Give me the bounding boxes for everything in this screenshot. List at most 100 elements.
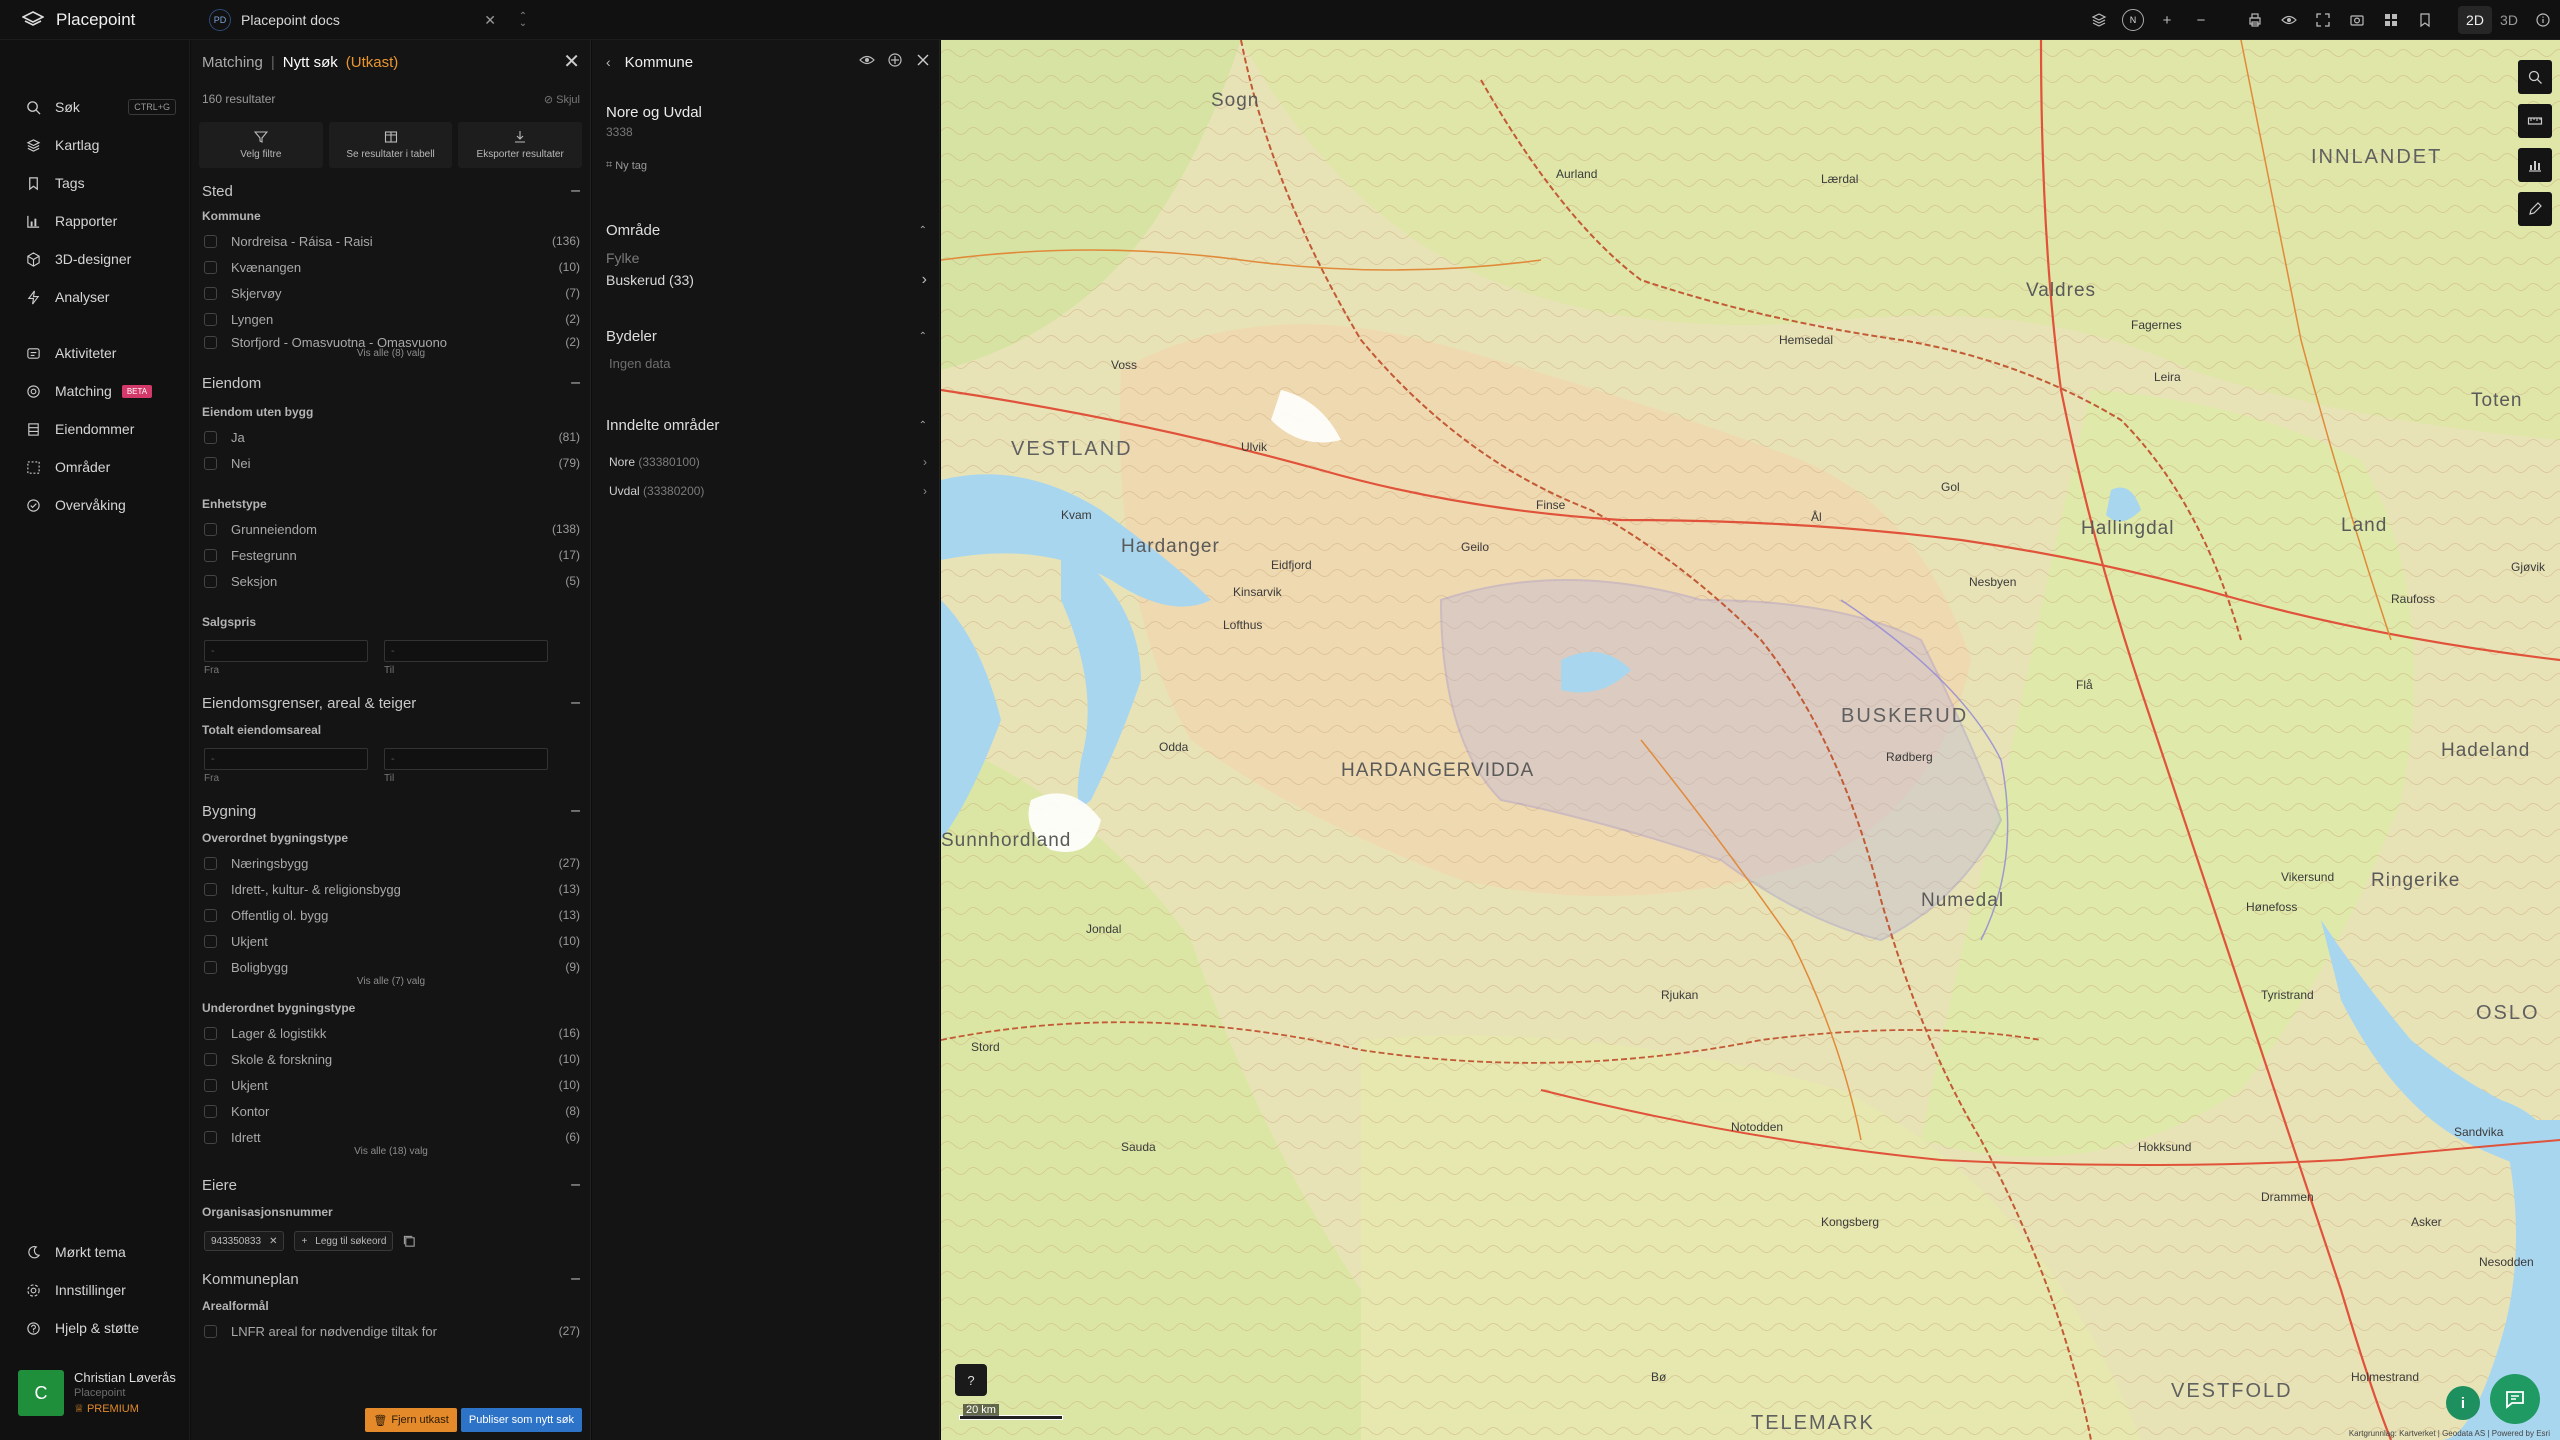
collapse-icon[interactable]: – (571, 802, 580, 820)
list-item[interactable]: Uvdal (33380200) › (606, 476, 927, 505)
breadcrumb-matching[interactable]: Matching (202, 54, 263, 71)
compass-button[interactable]: N (2116, 0, 2150, 40)
checkbox[interactable] (204, 1324, 217, 1338)
collapse-icon[interactable]: – (571, 182, 580, 200)
filter-option[interactable]: Nordreisa - Ráisa - Raisi (136) (202, 228, 580, 254)
chevron-up-icon[interactable]: ⌃ (919, 331, 927, 342)
print-icon[interactable] (2238, 0, 2272, 40)
checkbox[interactable] (204, 286, 217, 300)
new-tag-button[interactable]: ⌗ Ny tag (592, 159, 939, 172)
search-term-chip[interactable]: 943350833 ✕ (204, 1231, 285, 1251)
add-search-term-button[interactable]: + Legg til søkeord (294, 1231, 394, 1251)
export-button[interactable]: Eksporter resultater (458, 122, 583, 168)
collapse-icon[interactable]: – (571, 694, 580, 712)
filter-option[interactable]: Nei (79) (202, 450, 580, 476)
close-icon[interactable] (915, 52, 931, 68)
remove-draft-button[interactable]: 🗑 Fjern utkast (365, 1408, 457, 1432)
app-brand[interactable]: Placepoint (22, 10, 135, 30)
checkbox[interactable] (204, 574, 217, 588)
sidebar-item-omrader[interactable]: Områder (0, 448, 190, 486)
filter-option[interactable]: Kontor (8) (202, 1098, 580, 1124)
list-item[interactable]: Nore (33380100) › (606, 447, 927, 476)
measure-tool[interactable] (2518, 104, 2552, 138)
map-attribution[interactable]: Kartgrunnlag: Kartverket | Geodata AS | … (2349, 1429, 2550, 1438)
eye-icon[interactable] (2272, 0, 2306, 40)
edit-tool[interactable] (2518, 192, 2552, 226)
section-header[interactable]: Bydeler ⌃ (606, 322, 927, 350)
eye-icon[interactable] (859, 52, 875, 68)
filter-option[interactable]: Lager & logistikk (16) (202, 1020, 580, 1046)
checkbox[interactable] (204, 1104, 217, 1118)
checkbox[interactable] (204, 856, 217, 870)
checkbox[interactable] (204, 882, 217, 896)
section-header[interactable]: Område ⌃ (606, 216, 927, 244)
filter-option[interactable]: Offentlig ol. bygg (13) (202, 902, 580, 928)
hide-button[interactable]: ⊘ Skjul (544, 93, 580, 106)
sidebar-item-kartlag[interactable]: Kartlag (0, 126, 190, 164)
sidebar-item-settings[interactable]: Innstillinger (0, 1271, 190, 1309)
mode-2d-button[interactable]: 2D (2458, 6, 2492, 34)
grid-icon[interactable] (2374, 0, 2408, 40)
checkbox[interactable] (204, 456, 217, 470)
crosshair-icon[interactable] (887, 52, 903, 68)
checkbox[interactable] (204, 312, 217, 326)
show-all-link[interactable]: Vis alle (7) valg (202, 976, 580, 990)
sidebar-item-analyser[interactable]: Analyser (0, 278, 190, 316)
fullscreen-icon[interactable] (2306, 0, 2340, 40)
checkbox[interactable] (204, 430, 217, 444)
filter-option[interactable]: Grunneiendom (138) (202, 516, 580, 542)
checkbox[interactable] (204, 522, 217, 536)
filter-option[interactable]: Kvænangen (10) (202, 254, 580, 280)
checkbox[interactable] (204, 960, 217, 974)
publish-button[interactable]: Publiser som nytt søk (460, 1408, 582, 1432)
sidebar-item-aktiviteter[interactable]: Aktiviteter (0, 334, 190, 372)
close-icon[interactable]: ✕ (563, 52, 580, 72)
zoom-in-icon[interactable]: + (2150, 0, 2184, 40)
sidebar-item-overvaking[interactable]: Overvåking (0, 486, 190, 524)
user-card[interactable]: C Christian Løverås Placepoint ♕ PREMIUM (18, 1370, 176, 1416)
map-help-button[interactable]: ? (955, 1364, 987, 1396)
remove-chip-icon[interactable]: ✕ (269, 1236, 277, 1247)
checkbox[interactable] (204, 234, 217, 248)
section-header[interactable]: Bygning – (202, 798, 580, 824)
workspace-selector[interactable]: PD Placepoint docs ✕ ⌃ ⌄ (205, 6, 530, 34)
checkbox[interactable] (204, 548, 217, 562)
filter-option[interactable]: Festegrunn (17) (202, 542, 580, 568)
show-all-link[interactable]: Vis alle (8) valg (202, 348, 580, 362)
chevron-updown-icon[interactable]: ⌃ ⌄ (516, 12, 530, 29)
checkbox[interactable] (204, 1052, 217, 1066)
price-from-input[interactable]: - (204, 640, 368, 662)
sidebar-item-dark-theme[interactable]: Mørkt tema (0, 1233, 190, 1271)
mode-3d-button[interactable]: 3D (2492, 6, 2526, 34)
filter-option[interactable]: Ja (81) (202, 424, 580, 450)
collapse-icon[interactable]: – (571, 1176, 580, 1194)
filter-option[interactable]: Ukjent (10) (202, 1072, 580, 1098)
section-header[interactable]: Eiendom – (202, 370, 580, 396)
checkbox[interactable] (204, 908, 217, 922)
map-search-tool[interactable] (2518, 60, 2552, 94)
layers-stack-icon[interactable] (2082, 0, 2116, 40)
section-header[interactable]: Eiendomsgrenser, areal & teiger – (202, 690, 580, 716)
checkbox[interactable] (204, 1026, 217, 1040)
filter-option[interactable]: Skjervøy (7) (202, 280, 580, 306)
statistics-tool[interactable] (2518, 148, 2552, 182)
collapse-icon[interactable]: – (571, 1270, 580, 1288)
checkbox[interactable] (204, 934, 217, 948)
filter-option[interactable]: Skole & forskning (10) (202, 1046, 580, 1072)
zoom-out-icon[interactable]: − (2184, 0, 2218, 40)
chevron-left-icon[interactable]: ‹ (606, 54, 611, 70)
bookmark-icon[interactable] (2408, 0, 2442, 40)
filter-option[interactable]: Idrett-, kultur- & religionsbygg (13) (202, 876, 580, 902)
chat-button[interactable] (2490, 1374, 2540, 1424)
sidebar-item-eiendommer[interactable]: Eiendommer (0, 410, 190, 448)
sidebar-item-matching[interactable]: Matching BETA (0, 372, 190, 410)
checkbox[interactable] (204, 260, 217, 274)
show-all-link[interactable]: Vis alle (18) valg (202, 1146, 580, 1160)
checkbox[interactable] (204, 1130, 217, 1144)
sidebar-item-tags[interactable]: Tags (0, 164, 190, 202)
info-icon[interactable] (2526, 0, 2560, 40)
section-header[interactable]: Eiere – (202, 1172, 580, 1198)
sidebar-item-rapporter[interactable]: Rapporter (0, 202, 190, 240)
price-to-input[interactable]: - (384, 640, 548, 662)
camera-icon[interactable] (2340, 0, 2374, 40)
